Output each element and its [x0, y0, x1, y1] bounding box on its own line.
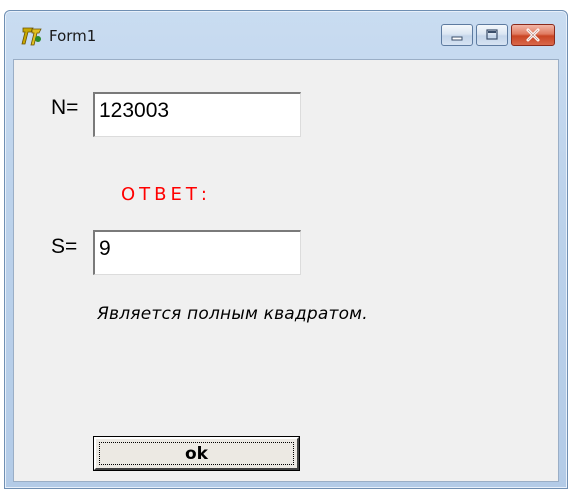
minimize-icon: [451, 36, 463, 41]
window-title: Form1: [49, 27, 97, 45]
s-input[interactable]: 9: [93, 230, 301, 275]
form-client-area: N= 123003 ОТВЕТ: S= 9 Является полным кв…: [13, 59, 559, 482]
n-label: N=: [51, 96, 79, 119]
s-label: S=: [51, 235, 78, 258]
close-button[interactable]: [511, 24, 555, 46]
result-text: Является полным квадратом.: [97, 304, 368, 324]
answer-label: ОТВЕТ:: [121, 184, 211, 205]
ok-button-label: ok: [99, 442, 294, 465]
n-input[interactable]: 123003: [93, 92, 301, 137]
close-icon: [526, 28, 540, 42]
title-bar[interactable]: Form1: [5, 11, 567, 59]
ok-button[interactable]: ok: [93, 436, 300, 471]
minimize-button[interactable]: [441, 24, 473, 46]
delphi-app-icon: [21, 27, 42, 46]
maximize-button[interactable]: [476, 24, 508, 46]
app-window: Form1 N= 123003 ОТВЕТ: S= 9 Является пол…: [4, 10, 568, 489]
maximize-icon: [486, 29, 498, 40]
caption-buttons: [441, 24, 555, 48]
